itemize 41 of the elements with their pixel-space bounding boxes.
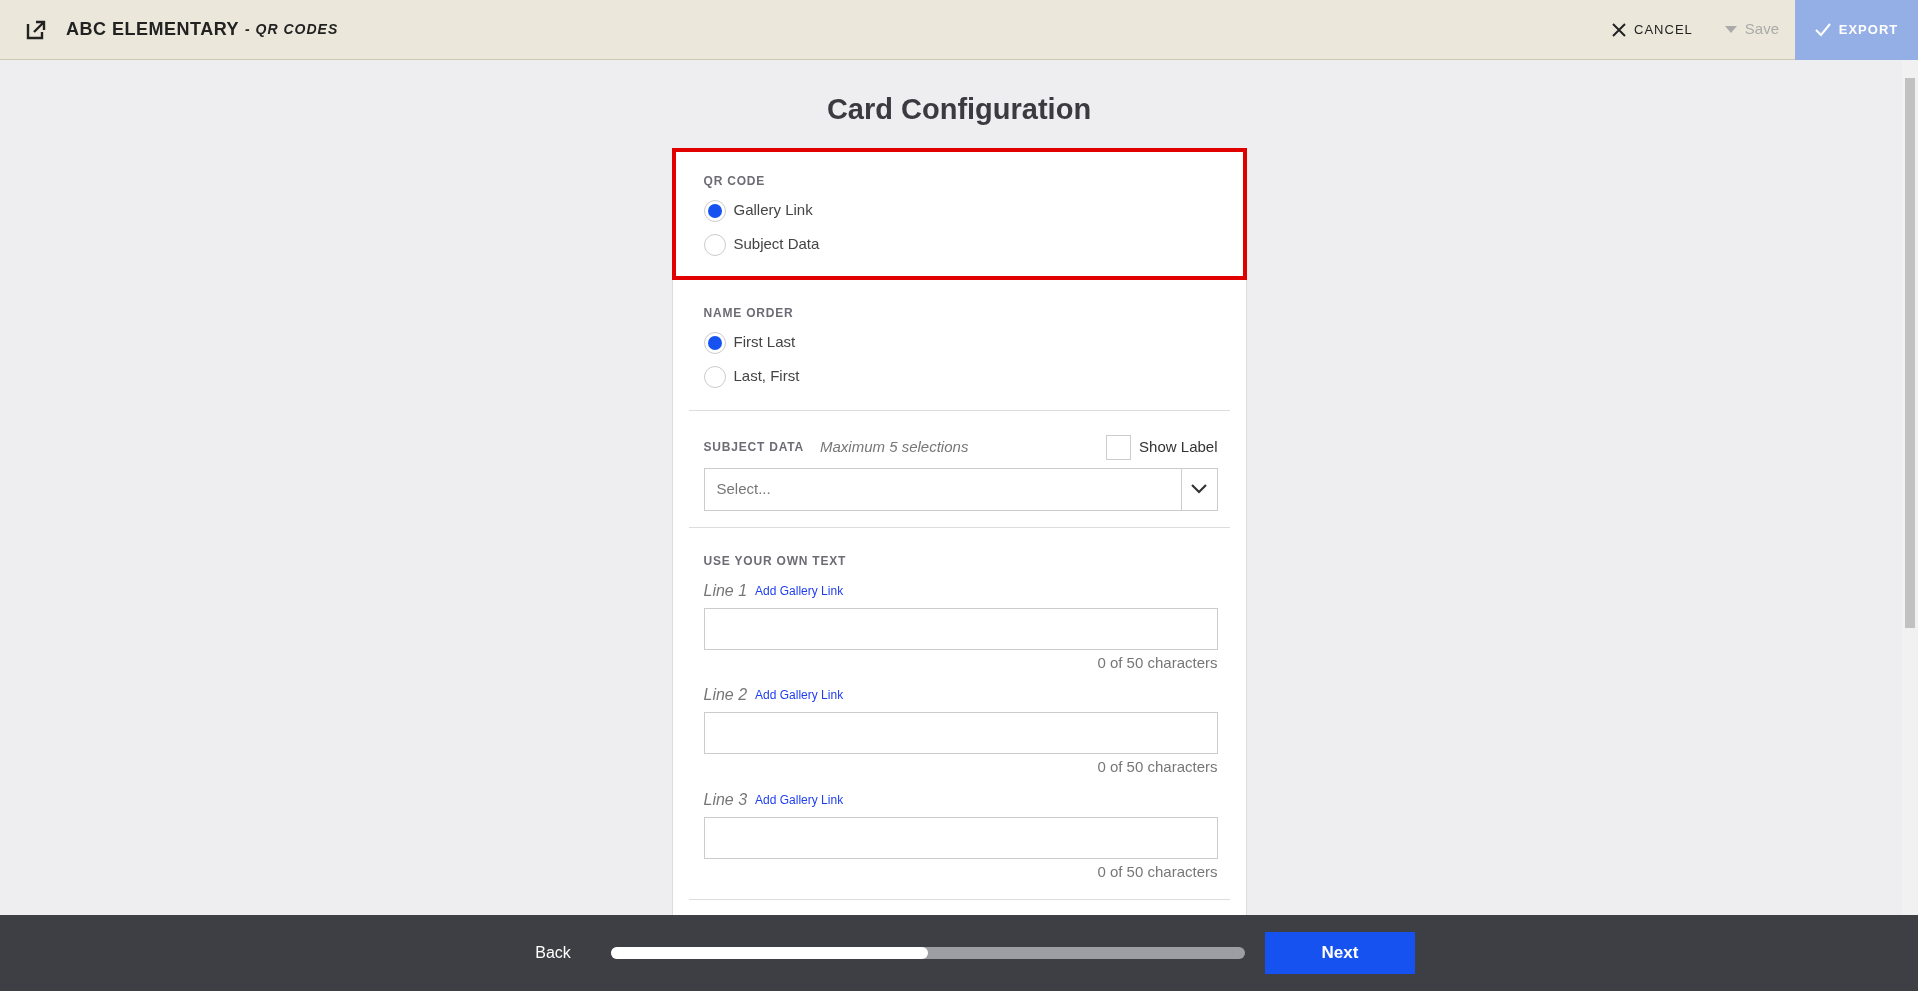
hint-text: Maximum 5 selections: [820, 436, 969, 457]
checkbox-label[interactable]: Show Label: [1139, 435, 1218, 459]
add-gallery-link[interactable]: Add Gallery Link: [755, 686, 844, 704]
close-icon: [1612, 22, 1627, 37]
text-field[interactable]: [703, 607, 1218, 650]
external-link-icon[interactable]: [26, 19, 46, 40]
section-heading: NAME ORDER: [703, 304, 795, 322]
select-field[interactable]: Select...: [703, 467, 1182, 511]
radio-button[interactable]: [703, 331, 726, 354]
radio-button[interactable]: [703, 365, 726, 388]
line-label: Line 2: [703, 685, 748, 705]
section-heading: QR CODE: [703, 172, 767, 190]
character-counter: 0 of 50 characters: [1096, 757, 1218, 777]
cancel-button[interactable]: CANCEL: [1596, 0, 1709, 60]
back-button[interactable]: Back: [503, 940, 603, 966]
option-label[interactable]: Subject Data: [733, 233, 820, 256]
chevron-down-icon: [1191, 484, 1207, 494]
option-label[interactable]: Gallery Link: [733, 199, 813, 222]
section-heading: USE YOUR OWN TEXT: [703, 552, 848, 570]
add-gallery-link[interactable]: Add Gallery Link: [755, 581, 844, 600]
option-label[interactable]: Last, First: [733, 365, 800, 388]
text-field[interactable]: [703, 816, 1218, 859]
radio-button[interactable]: [703, 233, 726, 256]
check-icon: [1814, 22, 1831, 37]
character-counter: 0 of 50 characters: [1096, 652, 1218, 673]
caret-down-icon: [1724, 25, 1737, 34]
character-counter: 0 of 50 characters: [1096, 861, 1218, 882]
page-title: Card Configuration: [826, 92, 1092, 127]
line-label: Line 1: [703, 580, 748, 601]
page-subtitle: - QR CODES: [245, 20, 339, 39]
dropdown-button[interactable]: [1181, 467, 1218, 511]
app-title: ABC ELEMENTARY: [66, 18, 239, 41]
line-label: Line 3: [703, 789, 748, 810]
next-button[interactable]: Next: [1265, 932, 1415, 974]
scrollbar-thumb[interactable]: [1905, 78, 1915, 628]
text-field[interactable]: [703, 712, 1218, 754]
option-label[interactable]: First Last: [733, 331, 796, 354]
add-gallery-link[interactable]: Add Gallery Link: [755, 790, 844, 809]
checkbox[interactable]: [1106, 434, 1132, 460]
section-heading: SUBJECT DATA: [703, 439, 804, 456]
radio-button[interactable]: [703, 199, 726, 222]
